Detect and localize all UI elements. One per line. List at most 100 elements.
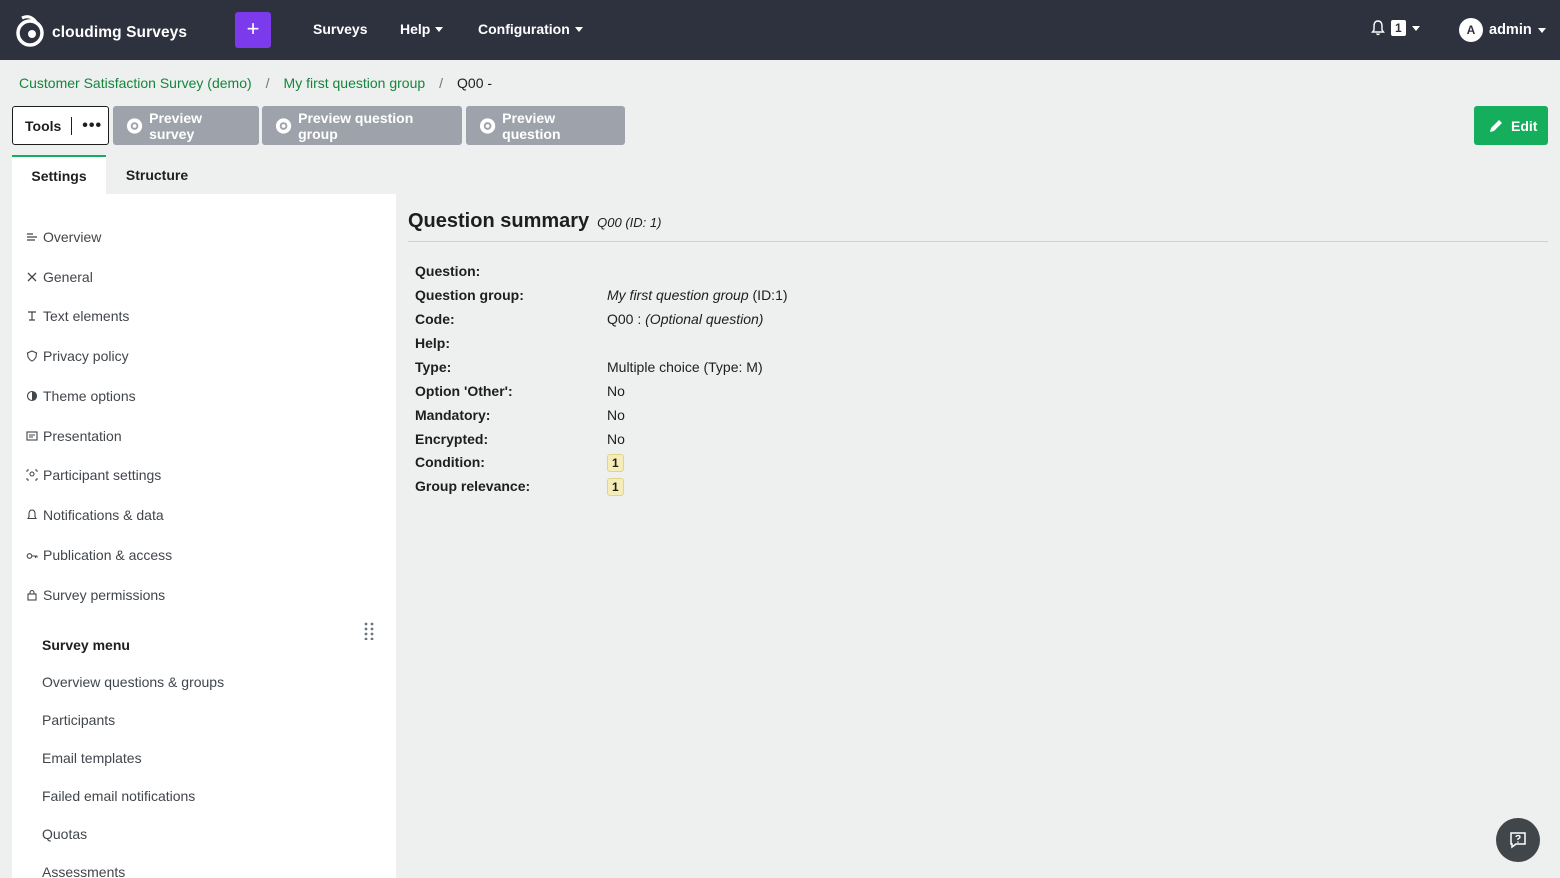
survey-menu-title: Survey menu xyxy=(42,637,130,653)
chevron-down-icon xyxy=(435,26,444,32)
row-value: Q00 : (Optional question) xyxy=(607,311,763,327)
summary-row-condition: Condition: 1 xyxy=(415,454,624,472)
bell-icon xyxy=(1371,20,1385,36)
sidebar-item-label: Survey permissions xyxy=(43,587,166,603)
chevron-down-icon xyxy=(1411,25,1420,31)
menu-item-overview-questions[interactable]: Overview questions & groups xyxy=(42,674,224,690)
summary-row-relevance: Group relevance: 1 xyxy=(415,478,624,496)
breadcrumb-separator: / xyxy=(265,75,270,91)
breadcrumb-group[interactable]: My first question group xyxy=(284,75,426,91)
menu-item-email-templates[interactable]: Email templates xyxy=(42,750,142,766)
preview-question-label: Preview question xyxy=(502,109,561,142)
sidebar-item-privacy-policy[interactable]: Privacy policy xyxy=(26,348,129,364)
row-value: No xyxy=(607,431,625,447)
row-value: 1 xyxy=(607,478,624,496)
top-navbar: cloudimg Surveys + Surveys Help Configur… xyxy=(0,0,1560,60)
condition-badge: 1 xyxy=(607,454,624,472)
add-button[interactable]: + xyxy=(235,12,271,48)
sidebar-item-notifications-data[interactable]: Notifications & data xyxy=(26,507,164,523)
brand-name: cloudimg Surveys xyxy=(52,24,188,41)
shield-icon xyxy=(26,350,38,362)
row-label: Mandatory: xyxy=(415,407,491,423)
breadcrumb-survey[interactable]: Customer Satisfaction Survey (demo) xyxy=(19,75,252,91)
menu-item-participants[interactable]: Participants xyxy=(42,712,115,728)
brand[interactable]: cloudimg Surveys xyxy=(14,12,187,48)
summary-row-code: Code: Q00 : (Optional question) xyxy=(415,311,763,327)
sidebar-item-label: Privacy policy xyxy=(43,348,129,364)
breadcrumb-separator: / xyxy=(439,75,444,91)
preview-question-group-button[interactable]: Preview question group xyxy=(262,106,462,145)
sidebar-item-publication-access[interactable]: Publication & access xyxy=(26,547,172,563)
text-icon xyxy=(28,311,36,321)
sidebar-item-presentation[interactable]: Presentation xyxy=(26,428,122,444)
group-name: My first question group xyxy=(607,287,749,303)
summary-row-question: Question: xyxy=(415,263,607,279)
row-label: Type: xyxy=(415,359,452,375)
nav-configuration[interactable]: Configuration xyxy=(478,21,583,37)
relevance-badge: 1 xyxy=(607,478,624,496)
sidebar: Overview General Text elements Privacy p… xyxy=(12,194,396,878)
row-value: No xyxy=(607,383,625,399)
preview-survey-button[interactable]: Preview survey xyxy=(113,106,259,145)
summary-row-encrypted: Encrypted: No xyxy=(415,431,625,447)
drag-handle-icon[interactable] xyxy=(364,622,374,640)
user-menu[interactable]: A admin xyxy=(1459,18,1546,42)
menu-item-failed-email[interactable]: Failed email notifications xyxy=(42,788,195,804)
tools-label: Tools xyxy=(25,117,62,134)
row-label: Group relevance: xyxy=(415,478,531,494)
page-title: Question summary xyxy=(408,210,590,232)
tools-icon xyxy=(27,272,37,282)
group-id: (ID:1) xyxy=(748,287,788,303)
tab-structure[interactable]: Structure xyxy=(106,155,208,195)
row-label: Question: xyxy=(415,263,481,279)
breadcrumb-current: Q00 - xyxy=(457,75,493,91)
row-label: Code: xyxy=(415,311,455,327)
chat-question-icon xyxy=(1510,832,1526,849)
eye-icon xyxy=(479,117,496,134)
row-value: Multiple choice (Type: M) xyxy=(607,359,763,375)
sidebar-item-overview[interactable]: Overview xyxy=(26,229,101,245)
eye-icon xyxy=(126,117,143,134)
sidebar-item-label: Participant settings xyxy=(43,467,162,483)
more-icon: ••• xyxy=(82,116,103,134)
chevron-down-icon xyxy=(1537,27,1546,33)
tab-settings[interactable]: Settings xyxy=(12,155,106,195)
row-value: No xyxy=(607,407,625,423)
user-name: admin xyxy=(1489,22,1532,38)
main-content: Question summary Q00 (ID: 1) Question: Q… xyxy=(396,194,1560,878)
help-chat-button[interactable] xyxy=(1496,818,1540,862)
sidebar-item-text-elements[interactable]: Text elements xyxy=(26,308,129,324)
menu-item-assessments[interactable]: Assessments xyxy=(42,864,125,878)
bell-icon xyxy=(26,509,38,520)
sidebar-item-theme-options[interactable]: Theme options xyxy=(26,388,136,404)
pencil-icon xyxy=(1490,120,1502,132)
row-label: Option 'Other': xyxy=(415,383,513,399)
divider xyxy=(71,116,73,135)
row-label: Question group: xyxy=(415,287,524,303)
logo-icon xyxy=(16,15,44,47)
nav-surveys-label: Surveys xyxy=(313,21,368,37)
nav-help[interactable]: Help xyxy=(400,21,444,37)
sidebar-item-label: Publication & access xyxy=(43,547,173,563)
sidebar-item-general[interactable]: General xyxy=(26,269,93,285)
sidebar-item-label: Overview xyxy=(43,229,102,245)
row-value: 1 xyxy=(607,454,624,472)
sidebar-item-label: Presentation xyxy=(43,428,122,444)
chevron-down-icon xyxy=(574,26,583,32)
sidebar-item-survey-permissions[interactable]: Survey permissions xyxy=(26,587,165,603)
sidebar-item-label: General xyxy=(43,269,93,285)
row-value: My first question group (ID:1) xyxy=(607,287,788,303)
tools-button[interactable]: Tools ••• xyxy=(12,106,109,145)
avatar: A xyxy=(1459,18,1483,42)
nav-surveys[interactable]: Surveys xyxy=(313,21,367,37)
notifications-button[interactable]: 1 xyxy=(1371,20,1420,36)
sidebar-item-participant-settings[interactable]: Participant settings xyxy=(26,467,161,483)
sidebar-item-label: Text elements xyxy=(43,308,130,324)
preview-question-button[interactable]: Preview question xyxy=(466,106,625,145)
summary-row-type: Type: Multiple choice (Type: M) xyxy=(415,359,763,375)
row-label: Condition: xyxy=(415,454,485,470)
summary-row-mandatory: Mandatory: No xyxy=(415,407,625,423)
key-icon xyxy=(26,553,38,559)
menu-item-quotas[interactable]: Quotas xyxy=(42,826,87,842)
edit-button[interactable]: Edit xyxy=(1474,106,1548,145)
